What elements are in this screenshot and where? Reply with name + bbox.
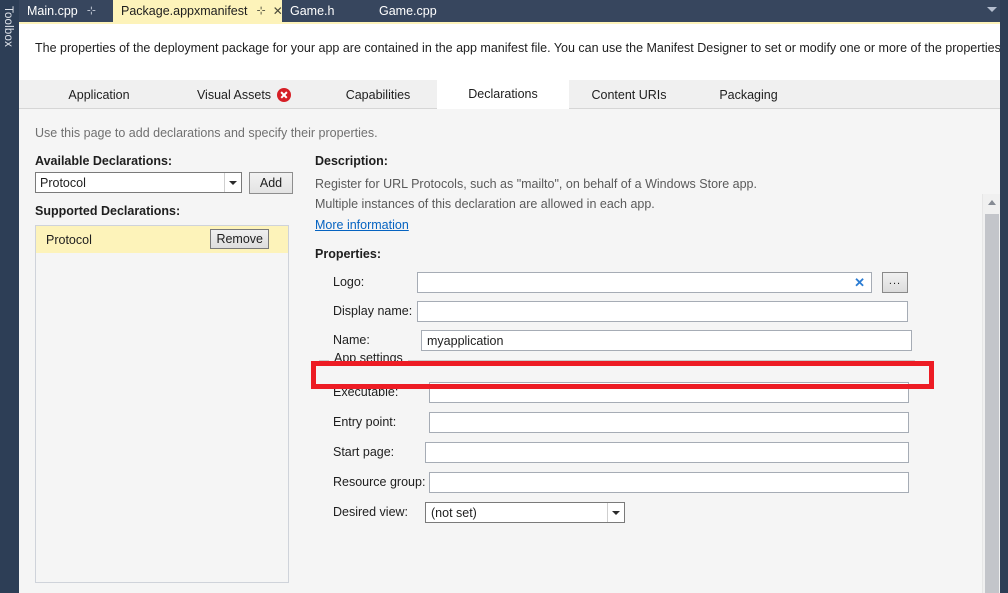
clear-icon[interactable]: ✕ xyxy=(854,275,865,291)
start-page-label: Start page: xyxy=(333,445,395,459)
tab-declarations[interactable]: Declarations xyxy=(437,80,569,109)
document-tab-game-cpp[interactable]: Game.cpp xyxy=(371,0,481,22)
display-name-input[interactable] xyxy=(417,301,908,322)
tab-label: Content URIs xyxy=(591,87,667,102)
desired-view-label: Desired view: xyxy=(333,505,409,519)
info-banner-text: The properties of the deployment package… xyxy=(35,41,1005,55)
error-icon xyxy=(277,87,292,102)
logo-field-row: Logo: ✕ ... xyxy=(315,272,955,294)
info-banner: The properties of the deployment package… xyxy=(19,24,1004,76)
logo-label: Logo: xyxy=(333,275,365,289)
executable-input[interactable] xyxy=(429,382,909,403)
toolbox-label: Toolbox xyxy=(2,6,14,48)
list-item-label: Protocol xyxy=(46,232,92,247)
properties-label: Properties: xyxy=(315,247,381,261)
document-tab-main-cpp[interactable]: Main.cpp ⊹ xyxy=(19,0,113,22)
tab-packaging[interactable]: Packaging xyxy=(691,80,806,109)
app-settings-group-title: App settings xyxy=(329,351,408,365)
visual-studio-manifest-designer-window: Toolbox Main.cpp ⊹ Package.appxmanifest … xyxy=(0,0,1008,593)
desired-view-field-row: Desired view: (not set) xyxy=(315,502,955,524)
tab-label: Application xyxy=(68,87,130,102)
window-right-gutter xyxy=(1000,0,1008,593)
tab-strip-filler xyxy=(481,0,1008,22)
desired-view-select[interactable]: (not set) xyxy=(425,502,625,523)
name-field-row: Name: myapplication xyxy=(315,330,955,352)
description-line-1: Register for URL Protocols, such as "mai… xyxy=(315,177,757,191)
supported-declarations-label: Supported Declarations: xyxy=(35,204,181,218)
remove-button-label: Remove xyxy=(216,232,263,246)
entry-point-label: Entry point: xyxy=(333,415,397,429)
document-tab-game-h[interactable]: Game.h xyxy=(282,0,371,22)
entry-point-input[interactable] xyxy=(429,412,909,433)
toolbox-vertical-tab[interactable]: Toolbox xyxy=(0,0,19,593)
tab-application[interactable]: Application xyxy=(39,80,159,109)
tab-content-uris[interactable]: Content URIs xyxy=(570,80,688,109)
scroll-up-arrow-icon[interactable] xyxy=(983,194,1001,211)
name-input[interactable]: myapplication xyxy=(421,330,912,351)
tab-label: Declarations xyxy=(468,87,538,101)
vertical-scrollbar[interactable] xyxy=(982,194,1000,593)
start-page-input[interactable] xyxy=(425,442,909,463)
document-tab-label: Package.appxmanifest xyxy=(121,4,248,18)
executable-label: Executable: xyxy=(333,385,399,399)
display-name-label: Display name: xyxy=(333,304,413,318)
available-declarations-label: Available Declarations: xyxy=(35,154,173,168)
chevron-down-icon[interactable] xyxy=(987,7,997,12)
tab-label: Packaging xyxy=(719,87,778,102)
browse-button-label: ... xyxy=(888,274,902,287)
tab-label: Capabilities xyxy=(345,87,411,102)
entry-point-field-row: Entry point: xyxy=(315,412,955,434)
description-line-2: Multiple instances of this declaration a… xyxy=(315,197,655,211)
available-declarations-value: Protocol xyxy=(40,175,86,190)
list-item[interactable]: Protocol Remove xyxy=(36,226,288,253)
pin-icon[interactable]: ⊹ xyxy=(87,5,96,17)
remove-declaration-button[interactable]: Remove xyxy=(210,229,269,249)
description-label: Description: xyxy=(315,154,388,168)
start-page-field-row: Start page: xyxy=(315,442,955,464)
manifest-designer-surface: The properties of the deployment package… xyxy=(19,22,1004,593)
resource-group-field-row: Resource group: xyxy=(315,472,955,494)
tab-capabilities[interactable]: Capabilities xyxy=(319,80,437,109)
document-tab-strip: Main.cpp ⊹ Package.appxmanifest ⊹ ✕ Game… xyxy=(19,0,1008,22)
scrollbar-thumb[interactable] xyxy=(985,214,999,593)
name-label: Name: xyxy=(333,333,370,347)
document-tab-label: Main.cpp xyxy=(27,4,78,18)
add-declaration-button[interactable]: Add xyxy=(249,172,293,194)
pin-icon[interactable]: ⊹ xyxy=(256,5,265,17)
group-divider xyxy=(319,360,915,361)
tab-visual-assets[interactable]: Visual Assets xyxy=(169,80,319,109)
document-tab-package-appxmanifest[interactable]: Package.appxmanifest ⊹ ✕ xyxy=(113,0,283,22)
display-name-field-row: Display name: xyxy=(315,301,955,323)
chevron-down-icon[interactable] xyxy=(607,503,624,522)
document-tab-label: Game.cpp xyxy=(379,4,437,18)
document-tab-label: Game.h xyxy=(290,4,335,18)
desired-view-value: (not set) xyxy=(431,505,477,520)
chevron-down-icon[interactable] xyxy=(224,173,241,192)
declarations-page-body: Use this page to add declarations and sp… xyxy=(19,109,1000,593)
page-hint-text: Use this page to add declarations and sp… xyxy=(35,126,378,140)
more-information-link[interactable]: More information xyxy=(315,218,409,232)
resource-group-input[interactable] xyxy=(429,472,909,493)
app-settings-group: App settings xyxy=(319,351,915,365)
resource-group-label: Resource group: xyxy=(333,475,426,489)
logo-input[interactable]: ✕ xyxy=(417,272,872,293)
logo-browse-button[interactable]: ... xyxy=(882,272,908,293)
add-button-label: Add xyxy=(259,176,283,190)
executable-field-row: Executable: xyxy=(315,382,955,404)
available-declarations-select[interactable]: Protocol xyxy=(35,172,242,193)
designer-page-tabs: Application Visual Assets Capabilities D… xyxy=(19,80,1000,109)
name-value: myapplication xyxy=(427,333,504,348)
tab-label: Visual Assets xyxy=(196,87,272,102)
supported-declarations-list[interactable]: Protocol Remove xyxy=(35,225,289,583)
